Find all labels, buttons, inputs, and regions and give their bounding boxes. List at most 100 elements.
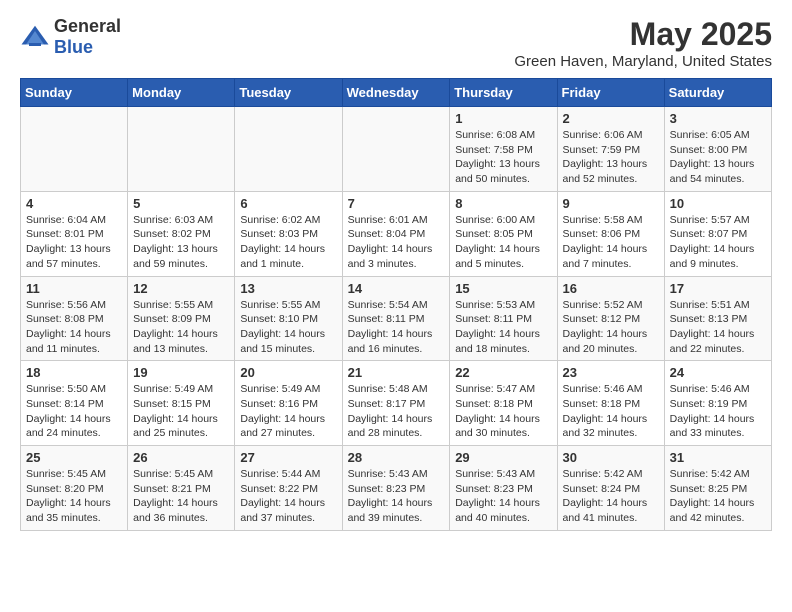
calendar-cell: 22Sunrise: 5:47 AM Sunset: 8:18 PM Dayli… [450, 361, 557, 446]
calendar-cell: 28Sunrise: 5:43 AM Sunset: 8:23 PM Dayli… [342, 446, 450, 531]
weekday-header-monday: Monday [128, 79, 235, 107]
calendar-cell: 9 Sunrise: 5:58 AM Sunset: 8:06 PM Daylig… [557, 191, 664, 276]
calendar-cell: 13Sunrise: 5:55 AM Sunset: 8:10 PM Dayli… [235, 276, 342, 361]
page-header: General Blue May 2025 Green Haven, Maryl… [20, 16, 772, 70]
calendar-cell: 31Sunrise: 5:42 AM Sunset: 8:25 PM Dayli… [664, 446, 771, 531]
calendar-cell: 15 Sunrise: 5:53 AM Sunset: 8:11 PM Dayli… [450, 276, 557, 361]
logo-blue-text: Blue [54, 37, 121, 58]
calendar-cell: 17 Sunrise: 5:51 AM Sunset: 8:13 PM Dayli… [664, 276, 771, 361]
day-info: Sunrise: 6:03 AM Sunset: 8:02 PM Dayligh… [133, 213, 229, 272]
day-number: 20 [240, 365, 336, 380]
calendar-cell: 27 Sunrise: 5:44 AM Sunset: 8:22 PM Dayli… [235, 446, 342, 531]
day-number: 24 [670, 365, 766, 380]
weekday-header-saturday: Saturday [664, 79, 771, 107]
day-info: Sunrise: 5:56 AM Sunset: 8:08 PM Dayligh… [26, 298, 122, 357]
day-number: 23 [563, 365, 659, 380]
day-number: 18 [26, 365, 122, 380]
calendar-cell: 4 Sunrise: 6:04 AM Sunset: 8:01 PM Daylig… [21, 191, 128, 276]
day-number: 15 [455, 281, 551, 296]
day-info: Sunrise: 5:50 AM Sunset: 8:14 PM Dayligh… [26, 382, 122, 441]
weekday-header-sunday: Sunday [21, 79, 128, 107]
day-number: 17 [670, 281, 766, 296]
day-info: Sunrise: 5:42 AM Sunset: 8:24 PM Dayligh… [563, 467, 659, 526]
title-block: May 2025 Green Haven, Maryland, United S… [514, 16, 772, 70]
location-text: Green Haven, Maryland, United States [514, 53, 772, 70]
calendar-cell: 29 Sunrise: 5:43 AM Sunset: 8:23 PM Dayli… [450, 446, 557, 531]
day-number: 30 [563, 450, 659, 465]
day-number: 2 [563, 111, 659, 126]
day-info: Sunrise: 5:42 AM Sunset: 8:25 PM Dayligh… [670, 467, 766, 526]
day-info: Sunrise: 5:55 AM Sunset: 8:09 PM Dayligh… [133, 298, 229, 357]
calendar-cell: 16Sunrise: 5:52 AM Sunset: 8:12 PM Dayli… [557, 276, 664, 361]
day-info: Sunrise: 5:43 AM Sunset: 8:23 PM Dayligh… [348, 467, 445, 526]
calendar-cell: 21 Sunrise: 5:48 AM Sunset: 8:17 PM Dayli… [342, 361, 450, 446]
weekday-header-row: SundayMondayTuesdayWednesdayThursdayFrid… [21, 79, 772, 107]
day-number: 5 [133, 196, 229, 211]
day-info: Sunrise: 5:52 AM Sunset: 8:12 PM Dayligh… [563, 298, 659, 357]
day-info: Sunrise: 5:45 AM Sunset: 8:20 PM Dayligh… [26, 467, 122, 526]
calendar-cell: 26Sunrise: 5:45 AM Sunset: 8:21 PM Dayli… [128, 446, 235, 531]
day-info: Sunrise: 5:48 AM Sunset: 8:17 PM Dayligh… [348, 382, 445, 441]
day-info: Sunrise: 5:54 AM Sunset: 8:11 PM Dayligh… [348, 298, 445, 357]
day-info: Sunrise: 5:58 AM Sunset: 8:06 PM Dayligh… [563, 213, 659, 272]
day-info: Sunrise: 6:06 AM Sunset: 7:59 PM Dayligh… [563, 128, 659, 187]
calendar-cell: 12Sunrise: 5:55 AM Sunset: 8:09 PM Dayli… [128, 276, 235, 361]
calendar-week-row: 18 Sunrise: 5:50 AM Sunset: 8:14 PM Dayli… [21, 361, 772, 446]
day-info: Sunrise: 5:49 AM Sunset: 8:15 PM Dayligh… [133, 382, 229, 441]
day-info: Sunrise: 5:44 AM Sunset: 8:22 PM Dayligh… [240, 467, 336, 526]
day-number: 29 [455, 450, 551, 465]
day-number: 11 [26, 281, 122, 296]
day-number: 13 [240, 281, 336, 296]
day-info: Sunrise: 5:46 AM Sunset: 8:19 PM Dayligh… [670, 382, 766, 441]
calendar-cell [128, 107, 235, 192]
day-number: 8 [455, 196, 551, 211]
weekday-header-tuesday: Tuesday [235, 79, 342, 107]
weekday-header-friday: Friday [557, 79, 664, 107]
day-info: Sunrise: 6:00 AM Sunset: 8:05 PM Dayligh… [455, 213, 551, 272]
calendar-week-row: 11 Sunrise: 5:56 AM Sunset: 8:08 PM Dayli… [21, 276, 772, 361]
calendar-cell: 5 Sunrise: 6:03 AM Sunset: 8:02 PM Daylig… [128, 191, 235, 276]
day-info: Sunrise: 5:45 AM Sunset: 8:21 PM Dayligh… [133, 467, 229, 526]
weekday-header-thursday: Thursday [450, 79, 557, 107]
calendar-cell [21, 107, 128, 192]
logo-text: General Blue [54, 16, 121, 58]
calendar-cell [235, 107, 342, 192]
day-info: Sunrise: 5:43 AM Sunset: 8:23 PM Dayligh… [455, 467, 551, 526]
calendar-week-row: 4 Sunrise: 6:04 AM Sunset: 8:01 PM Daylig… [21, 191, 772, 276]
logo-general-text: General [54, 16, 121, 37]
calendar-cell: 19 Sunrise: 5:49 AM Sunset: 8:15 PM Dayli… [128, 361, 235, 446]
calendar-cell: 20 Sunrise: 5:49 AM Sunset: 8:16 PM Dayli… [235, 361, 342, 446]
calendar-cell: 23 Sunrise: 5:46 AM Sunset: 8:18 PM Dayli… [557, 361, 664, 446]
day-info: Sunrise: 5:46 AM Sunset: 8:18 PM Dayligh… [563, 382, 659, 441]
day-number: 3 [670, 111, 766, 126]
calendar-cell: 6Sunrise: 6:02 AM Sunset: 8:03 PM Daylig… [235, 191, 342, 276]
day-number: 19 [133, 365, 229, 380]
day-info: Sunrise: 6:08 AM Sunset: 7:58 PM Dayligh… [455, 128, 551, 187]
calendar-cell: 3Sunrise: 6:05 AM Sunset: 8:00 PM Daylig… [664, 107, 771, 192]
day-number: 21 [348, 365, 445, 380]
day-info: Sunrise: 6:04 AM Sunset: 8:01 PM Dayligh… [26, 213, 122, 272]
calendar-header: SundayMondayTuesdayWednesdayThursdayFrid… [21, 79, 772, 107]
day-number: 1 [455, 111, 551, 126]
day-number: 4 [26, 196, 122, 211]
day-number: 14 [348, 281, 445, 296]
day-info: Sunrise: 5:49 AM Sunset: 8:16 PM Dayligh… [240, 382, 336, 441]
day-number: 27 [240, 450, 336, 465]
day-info: Sunrise: 5:53 AM Sunset: 8:11 PM Dayligh… [455, 298, 551, 357]
calendar-cell: 24 Sunrise: 5:46 AM Sunset: 8:19 PM Dayli… [664, 361, 771, 446]
calendar-week-row: 25Sunrise: 5:45 AM Sunset: 8:20 PM Dayli… [21, 446, 772, 531]
logo: General Blue [20, 16, 121, 58]
day-info: Sunrise: 5:57 AM Sunset: 8:07 PM Dayligh… [670, 213, 766, 272]
day-number: 9 [563, 196, 659, 211]
day-info: Sunrise: 6:02 AM Sunset: 8:03 PM Dayligh… [240, 213, 336, 272]
day-info: Sunrise: 5:47 AM Sunset: 8:18 PM Dayligh… [455, 382, 551, 441]
day-info: Sunrise: 5:51 AM Sunset: 8:13 PM Dayligh… [670, 298, 766, 357]
logo-icon [20, 22, 50, 52]
calendar-cell: 1 Sunrise: 6:08 AM Sunset: 7:58 PM Daylig… [450, 107, 557, 192]
weekday-header-wednesday: Wednesday [342, 79, 450, 107]
calendar-cell: 7Sunrise: 6:01 AM Sunset: 8:04 PM Daylig… [342, 191, 450, 276]
calendar-cell: 10Sunrise: 5:57 AM Sunset: 8:07 PM Dayli… [664, 191, 771, 276]
calendar-cell: 11 Sunrise: 5:56 AM Sunset: 8:08 PM Dayli… [21, 276, 128, 361]
calendar-cell: 2 Sunrise: 6:06 AM Sunset: 7:59 PM Daylig… [557, 107, 664, 192]
calendar-cell [342, 107, 450, 192]
